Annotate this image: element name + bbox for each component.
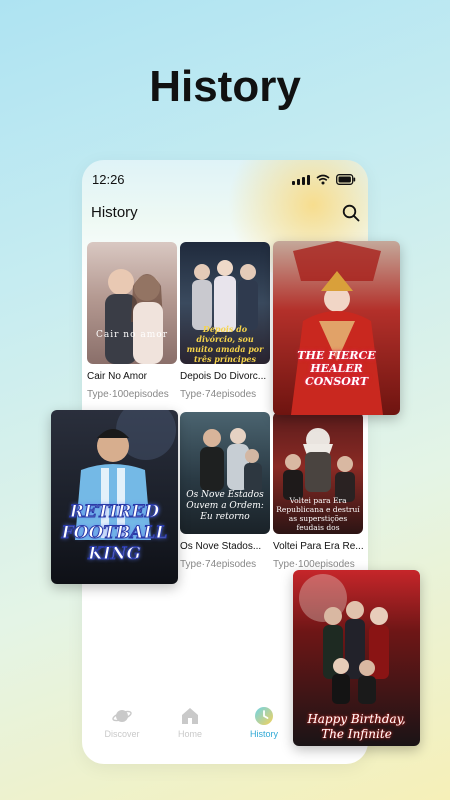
poster-title: Depois do divórcio, sou muito amada por … — [186, 324, 264, 364]
status-icons — [292, 174, 356, 185]
card-title: Depois Do Divorc... — [180, 371, 267, 382]
history-card[interactable]: Os Nove Estados Ouvem a Ordem: Eu retorn… — [180, 412, 270, 572]
wifi-icon — [316, 174, 330, 185]
status-time: 12:26 — [92, 172, 125, 187]
poster-title: Cair no amor — [96, 330, 168, 340]
screen-title: History — [91, 204, 138, 221]
featured-poster[interactable]: THE FIERCE HEALER CONSORT — [273, 241, 400, 415]
history-card[interactable]: Cair no amor Cair No Amor Type·100episod… — [87, 242, 177, 402]
promo-headline: History — [149, 62, 301, 111]
tab-discover[interactable]: Discover — [92, 706, 152, 739]
home-icon — [182, 708, 198, 724]
featured-poster[interactable]: RETIRED FOOTBALL KING — [51, 410, 178, 584]
clock-icon — [255, 707, 273, 725]
poster-image: Depois do divórcio, sou muito amada por … — [180, 242, 270, 364]
poster-image: Cair no amor — [87, 242, 177, 364]
card-episodes: Type·100episodes — [87, 389, 169, 400]
card-episodes: Type·100episodes — [273, 559, 355, 570]
poster-title: THE FIERCE HEALER CONSORT — [297, 349, 376, 388]
planet-icon — [112, 710, 132, 722]
history-card[interactable]: Voltei para Era Republicana e destruí as… — [273, 412, 364, 572]
card-episodes: Type·74episodes — [180, 389, 257, 400]
tab-label: Home — [177, 729, 202, 739]
poster-title: Os Nove Estados Ouvem a Ordem: Eu retorn… — [186, 490, 264, 522]
card-title: Cair No Amor — [87, 371, 148, 382]
featured-poster[interactable]: Happy Birthday, The Infinite — [293, 570, 420, 746]
history-card[interactable]: Depois do divórcio, sou muito amada por … — [180, 242, 270, 402]
poster-title: Happy Birthday, The Infinite — [307, 712, 406, 741]
tab-label: Discover — [104, 729, 140, 739]
signal-icon — [292, 175, 310, 185]
card-title: Os Nove Stados... — [180, 541, 262, 552]
tab-history[interactable]: History — [234, 706, 294, 739]
battery-icon — [336, 174, 356, 185]
card-episodes: Type·74episodes — [180, 559, 257, 570]
poster-image: Os Nove Estados Ouvem a Ordem: Eu retorn… — [180, 412, 270, 534]
card-title: Voltei Para Era Re... — [273, 541, 364, 552]
poster-title: Voltei para Era Republicana e destruí as… — [276, 496, 360, 532]
tab-home[interactable]: Home — [160, 706, 220, 739]
poster-title: RETIRED FOOTBALL KING — [61, 502, 168, 565]
poster-image: Voltei para Era Republicana e destruí as… — [273, 412, 363, 534]
tab-label: History — [249, 729, 278, 739]
status-bar: 12:26 — [82, 172, 368, 192]
search-icon[interactable] — [342, 204, 360, 222]
